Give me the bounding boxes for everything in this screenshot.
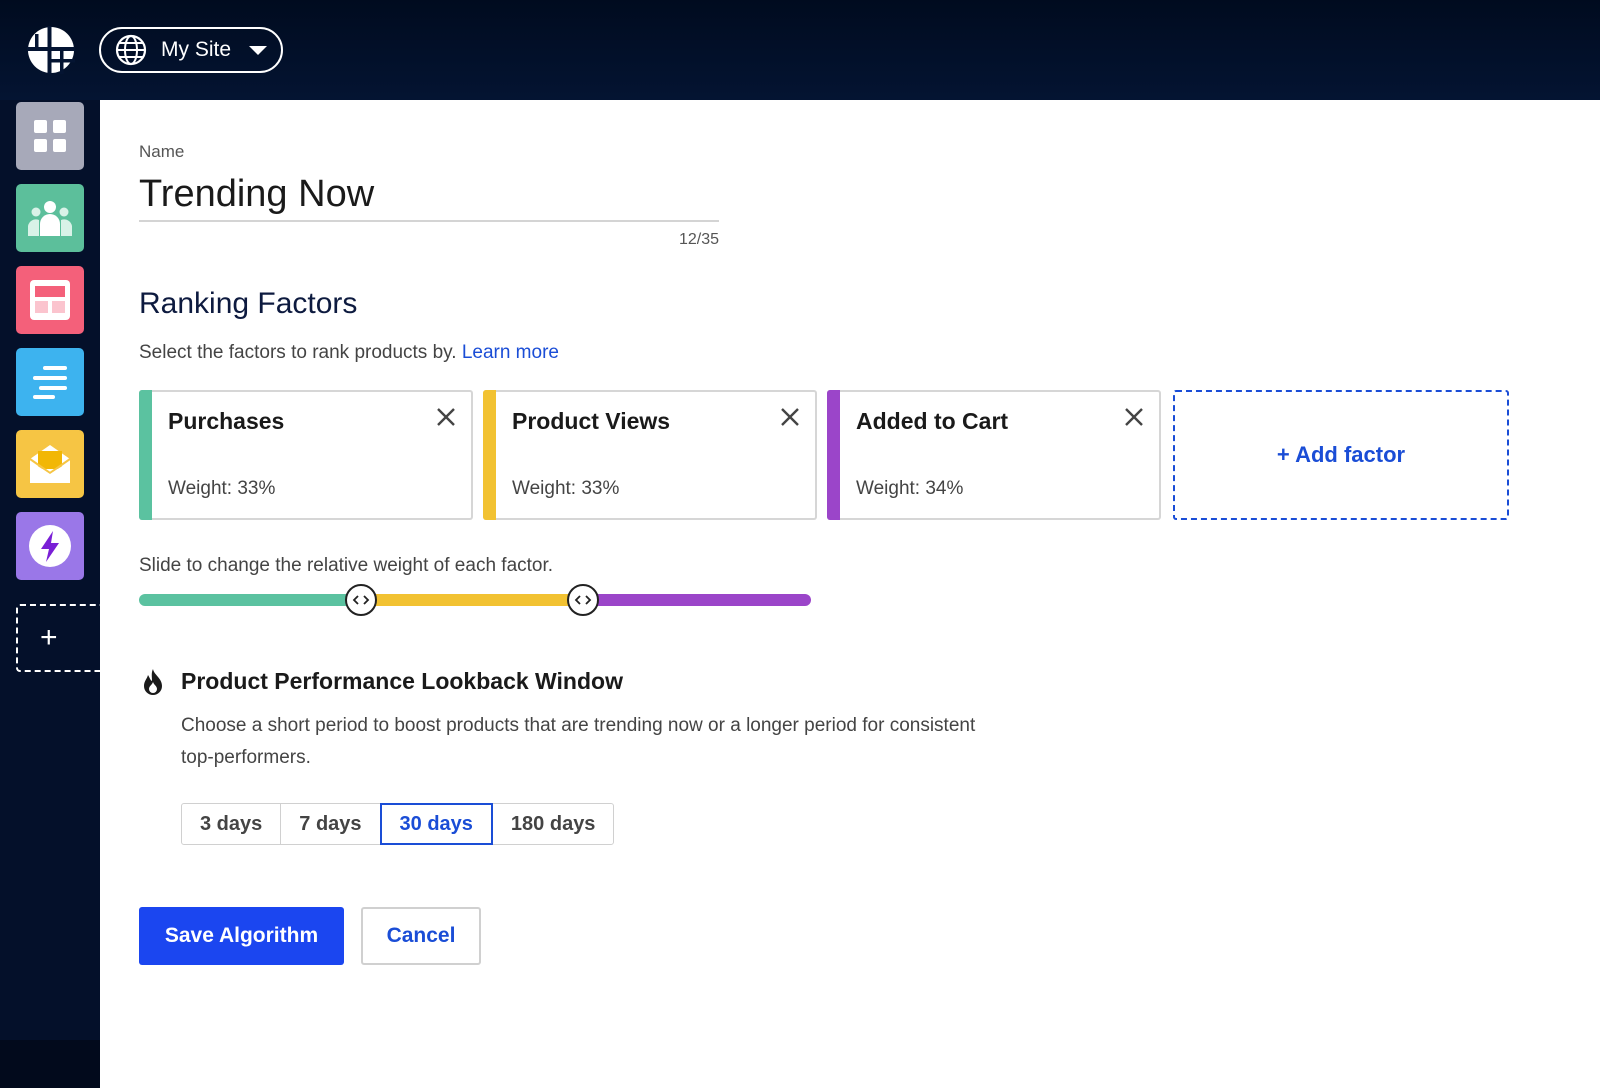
cancel-button[interactable]: Cancel — [361, 907, 481, 965]
people-group-icon — [28, 201, 72, 236]
app-layouts[interactable] — [16, 266, 84, 334]
app-email[interactable] — [16, 430, 84, 498]
learn-more-link[interactable]: Learn more — [462, 342, 559, 363]
factor-name: Product Views — [512, 408, 671, 434]
envelope-icon — [29, 445, 71, 483]
sidebar-footer — [0, 1040, 100, 1088]
close-icon[interactable] — [775, 402, 805, 432]
add-app-button[interactable]: + — [16, 604, 102, 672]
factor-color-stripe — [139, 390, 152, 520]
lookback-title: Product Performance Lookback Window — [181, 668, 623, 694]
lookback-window-selector: 3 days 7 days 30 days 180 days — [181, 803, 615, 845]
ranking-factors-description: Select the factors to rank products by. … — [139, 342, 559, 364]
factor-card-purchases[interactable]: Purchases Weight: 33% — [139, 390, 473, 520]
layout-icon — [30, 280, 70, 320]
slider-handle-2[interactable] — [566, 584, 599, 616]
factor-weight: Weight: 33% — [168, 478, 276, 499]
plus-icon: + — [40, 621, 58, 654]
lookback-option-7-days[interactable]: 7 days — [280, 803, 381, 845]
ranking-factors-description-text: Select the factors to rank products by. — [139, 342, 457, 363]
factor-card-added-to-cart[interactable]: Added to Cart Weight: 34% — [827, 390, 1161, 520]
lookback-option-30-days[interactable]: 30 days — [379, 803, 493, 845]
app-dashboard[interactable] — [16, 102, 84, 170]
lookback-option-180-days[interactable]: 180 days — [491, 803, 615, 845]
name-label: Name — [139, 142, 185, 161]
chevron-down-icon — [249, 45, 268, 55]
factor-weight: Weight: 33% — [512, 478, 620, 499]
lookback-option-3-days[interactable]: 3 days — [181, 803, 282, 845]
weight-slider[interactable] — [139, 582, 826, 618]
factor-name: Added to Cart — [856, 408, 1009, 434]
lightning-icon — [29, 525, 71, 567]
site-selector-label: My Site — [161, 38, 232, 61]
factor-color-stripe — [827, 390, 840, 520]
lookback-description: Choose a short period to boost products … — [181, 715, 976, 768]
slider-segment-added-to-cart — [582, 594, 811, 606]
close-icon[interactable] — [1119, 402, 1149, 432]
char-count: 12/35 — [678, 231, 719, 248]
grid-squares-icon — [34, 120, 66, 152]
add-factor-button[interactable]: + Add factor — [1173, 390, 1509, 520]
app-automations[interactable] — [16, 512, 84, 580]
drag-arrows-icon — [574, 595, 591, 605]
slider-handle-1[interactable] — [344, 584, 377, 616]
slider-segment-product-views — [360, 594, 583, 606]
app-audiences[interactable] — [16, 184, 84, 252]
flame-icon — [144, 669, 162, 695]
text-lines-icon — [33, 366, 67, 399]
factor-card-product-views[interactable]: Product Views Weight: 33% — [483, 390, 817, 520]
factor-color-stripe — [483, 390, 496, 520]
app-sidebar: + — [0, 100, 102, 1088]
name-input[interactable] — [139, 168, 719, 222]
globe-icon — [115, 34, 147, 66]
app-content[interactable] — [16, 348, 84, 416]
site-selector[interactable]: My Site — [99, 27, 283, 73]
grid-logo-icon[interactable] — [27, 26, 75, 74]
drag-arrows-icon — [352, 595, 370, 605]
close-icon[interactable] — [431, 402, 461, 432]
slider-segment-purchases — [139, 594, 361, 606]
main-panel: Name 12/35 Ranking Factors Select the fa… — [100, 100, 1600, 1088]
factor-name: Purchases — [168, 408, 285, 434]
slider-description: Slide to change the relative weight of e… — [139, 555, 554, 576]
factor-weight: Weight: 34% — [856, 478, 964, 499]
save-algorithm-button[interactable]: Save Algorithm — [139, 907, 344, 965]
ranking-factors-title: Ranking Factors — [139, 287, 358, 320]
top-bar: My Site — [0, 0, 1600, 100]
